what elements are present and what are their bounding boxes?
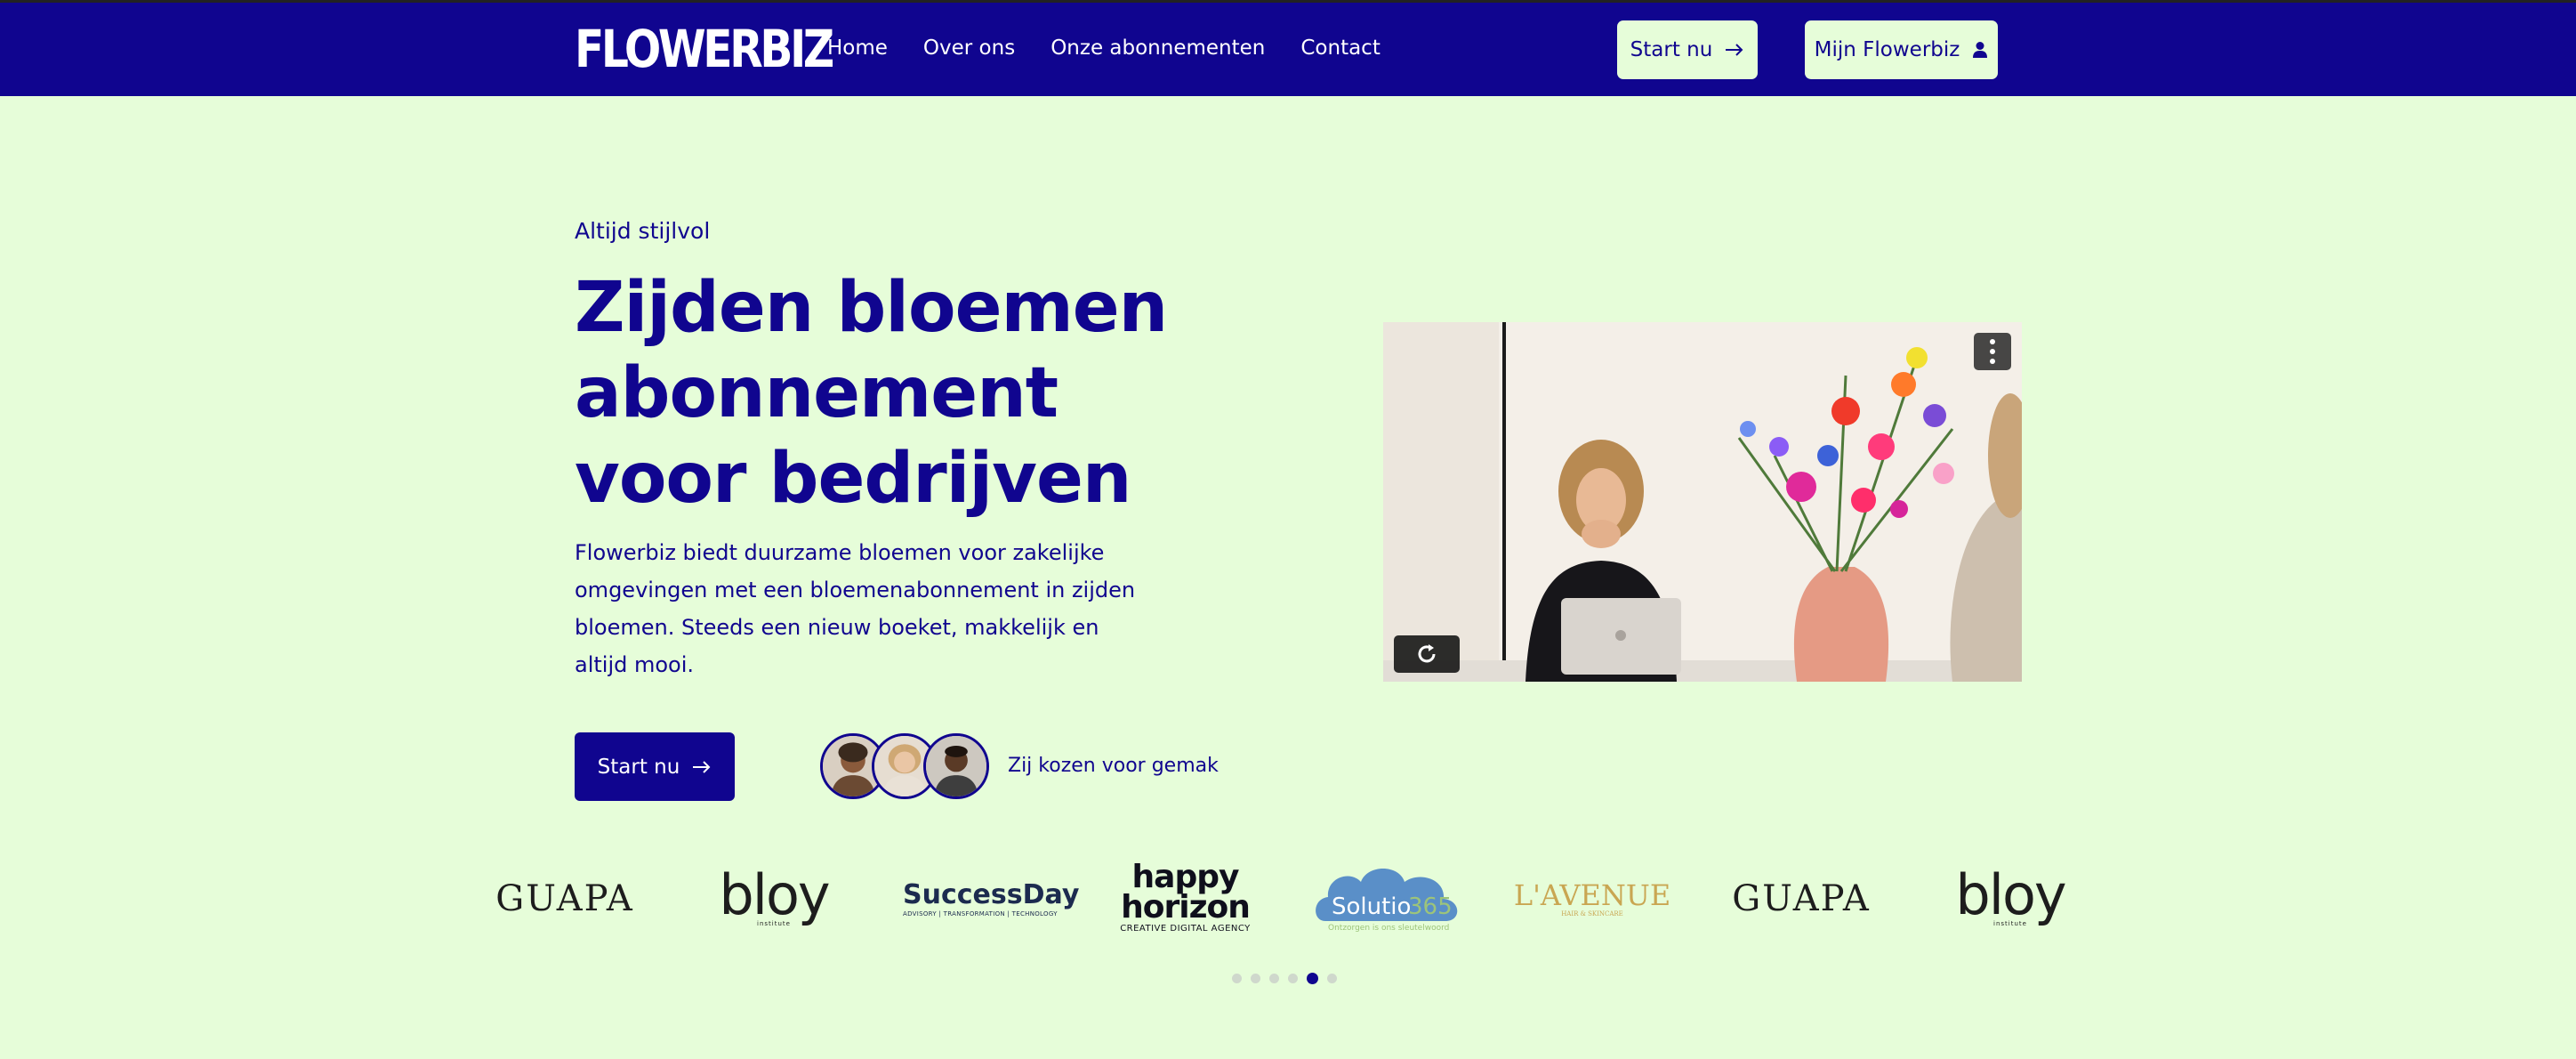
logo-successday: SuccessDay ADVISORY | TRANSFORMATION | T… <box>903 859 1079 939</box>
logo-bloy-sub: institute <box>757 920 791 927</box>
customer-avatars <box>820 733 989 799</box>
carousel-dot[interactable] <box>1307 973 1318 984</box>
mijn-flowerbiz-label: Mijn Flowerbiz <box>1814 38 1960 61</box>
logo-happy-line1: happy <box>1131 859 1240 895</box>
carousel-dot[interactable] <box>1251 974 1260 983</box>
nav-link-over-ons[interactable]: Over ons <box>923 36 1015 61</box>
logo-happy-horizon: happy horizon CREATIVE DIGITAL AGENCY <box>1107 859 1263 939</box>
navbar: FLOWERBIZ Home Over ons Onze abonnemente… <box>0 3 2576 96</box>
logo-lavenue: L'AVENUE HAIR & SKINCARE <box>1514 859 1670 939</box>
video-player[interactable] <box>1383 322 2022 682</box>
nav-start-button[interactable]: Start nu <box>1617 20 1758 79</box>
carousel-dot[interactable] <box>1327 974 1337 983</box>
logo-guapa-text: GUAPA <box>1732 878 1871 919</box>
user-icon <box>1973 42 1988 58</box>
nav-link-contact[interactable]: Contact <box>1300 36 1380 61</box>
arrow-right-icon <box>693 760 711 773</box>
hero-eyebrow: Altijd stijlvol <box>575 218 711 244</box>
logo-successday-text: SuccessDay <box>903 878 1080 910</box>
logo-solutio-text: Solutio <box>1332 893 1411 920</box>
flowerbiz-logo[interactable]: FLOWERBIZ <box>575 22 834 76</box>
hero-start-label: Start nu <box>597 755 680 779</box>
logo-avenue-sub: HAIR & SKINCARE <box>1561 910 1623 918</box>
logo-bloy-text: bloy <box>1955 862 2066 927</box>
nav-link-abonnementen[interactable]: Onze abonnementen <box>1051 36 1265 61</box>
logo-bloy: bloy institute <box>1944 859 2077 939</box>
hero-title: Zijden bloemen abonnement voor bedrijven <box>575 268 1168 519</box>
carousel-dot[interactable] <box>1288 974 1298 983</box>
logo-solutio365: Solutio 365 Ontzorgen is ons sleutelwoor… <box>1312 859 1463 939</box>
logo-bloy-sub: institute <box>1993 920 2027 927</box>
logo-solutio-num: 365 <box>1408 893 1453 920</box>
nav-links: Home Over ons Onze abonnementen Contact <box>827 36 1381 61</box>
carousel-dot[interactable] <box>1269 974 1279 983</box>
logo-happy-line2: horizon <box>1121 889 1251 926</box>
social-proof-text: Zij kozen voor gemak <box>1008 755 1219 777</box>
arrow-right-icon <box>1726 44 1743 56</box>
replay-icon <box>1418 644 1436 663</box>
nav-link-home[interactable]: Home <box>827 36 888 61</box>
cloud-icon: Solutio 365 Ontzorgen is ons sleutelwoor… <box>1316 869 1458 933</box>
logo-successday-sub: ADVISORY | TRANSFORMATION | TECHNOLOGY <box>903 909 1058 918</box>
nav-start-label: Start nu <box>1630 38 1713 61</box>
hero-start-button[interactable]: Start nu <box>575 732 735 801</box>
logo-guapa: GUAPA <box>495 859 634 939</box>
hero-description: Flowerbiz biedt duurzame bloemen voor za… <box>575 540 1136 677</box>
replay-button[interactable] <box>1394 635 1460 673</box>
logo-avenue-text: L'AVENUE <box>1513 878 1671 912</box>
carousel-dots <box>1232 973 1337 984</box>
logo-guapa-text: GUAPA <box>495 878 634 919</box>
logo-solutio-sub: Ontzorgen is ons sleutelwoord <box>1328 924 1449 933</box>
carousel-dot[interactable] <box>1232 974 1242 983</box>
logo-bloy: bloy institute <box>707 859 841 939</box>
more-options-icon[interactable] <box>1974 333 2011 370</box>
client-logos-carousel: GUAPA bloy institute SuccessDay ADVISORY… <box>480 859 2099 939</box>
logo-guapa: GUAPA <box>1732 859 1871 939</box>
logo-bloy-text: bloy <box>719 862 830 927</box>
mijn-flowerbiz-button[interactable]: Mijn Flowerbiz <box>1805 20 1998 79</box>
video-frame <box>1383 322 2022 682</box>
avatar <box>923 733 989 799</box>
logo-happy-sub: CREATIVE DIGITAL AGENCY <box>1120 924 1251 934</box>
